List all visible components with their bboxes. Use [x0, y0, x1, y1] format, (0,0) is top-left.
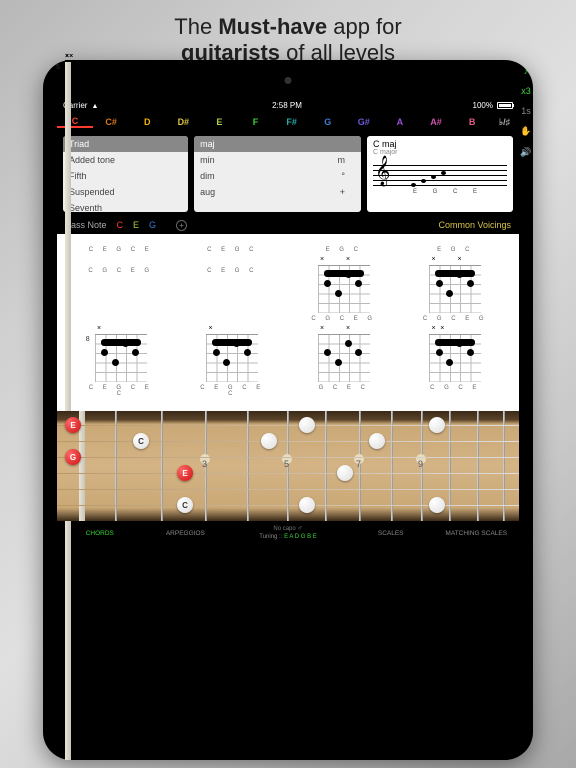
- wifi-icon: [91, 101, 101, 109]
- note-selector-row: CC#DD#EFF#GG#AA#B♭/♯: [57, 112, 519, 132]
- family-fifth[interactable]: Fifth: [63, 168, 188, 184]
- chord-diagram[interactable]: ×C E G C E C: [200, 334, 265, 397]
- note-B[interactable]: B: [454, 117, 490, 127]
- note-Asharp[interactable]: A#: [418, 117, 454, 127]
- staff-note-letters: E G C E: [373, 189, 507, 195]
- chord-diagram[interactable]: ××C G C E: [423, 334, 488, 397]
- fret-dot[interactable]: [299, 417, 315, 433]
- chord-name: C maj: [373, 139, 507, 149]
- fret-dot[interactable]: G: [65, 449, 81, 465]
- note-C[interactable]: C: [57, 116, 93, 128]
- tab-scales[interactable]: SCALES: [348, 530, 434, 537]
- fret-dot[interactable]: [429, 497, 445, 513]
- fret-dot[interactable]: [261, 433, 277, 449]
- fretboard[interactable]: EGCEC3579: [57, 411, 519, 521]
- chord-diagram-grid: ××C E G C E ××C E G C ××E G C ×E G C ×5C G C…: [57, 234, 519, 411]
- tuning-display[interactable]: No capo ♂Tuning :: E A D G B E: [228, 525, 348, 541]
- bass-note-C[interactable]: C: [117, 220, 124, 230]
- fret-dot[interactable]: [299, 497, 315, 513]
- family-seventh[interactable]: Seventh: [63, 200, 188, 212]
- note-G[interactable]: G: [310, 117, 346, 127]
- family-triad[interactable]: Triad: [63, 136, 188, 152]
- fret-dot[interactable]: [429, 417, 445, 433]
- chord-diagram[interactable]: ×C E G C: [200, 265, 265, 322]
- fret-dot[interactable]: C: [133, 433, 149, 449]
- chord-family-picker[interactable]: TriadAdded toneFifthSuspendedSeventh: [63, 136, 188, 212]
- note-D[interactable]: D: [129, 117, 165, 127]
- note-Fsharp[interactable]: F#: [274, 117, 310, 127]
- status-bar: Carrier 2:58 PM 100%: [57, 98, 519, 112]
- chord-diagram[interactable]: ××C E G C E: [88, 244, 153, 253]
- bottom-tab-bar: CHORDSARPEGGIOSNo capo ♂Tuning :: E A D …: [57, 521, 519, 545]
- battery-pct: 100%: [473, 101, 493, 110]
- chord-quality-picker[interactable]: majminmdim°aug+: [194, 136, 361, 212]
- chord-fullname: C major: [373, 149, 507, 156]
- note-Csharp[interactable]: C#: [93, 117, 129, 127]
- bass-note-label: Bass Note: [65, 220, 107, 230]
- chord-diagram[interactable]: ×E G C: [423, 244, 488, 253]
- chord-diagram[interactable]: ××G C E C: [311, 334, 376, 397]
- note-Dsharp[interactable]: D#: [165, 117, 201, 127]
- chord-diagram[interactable]: ××C G C E G: [423, 265, 488, 322]
- quality-min[interactable]: minm: [194, 152, 361, 168]
- bass-note-E[interactable]: E: [133, 220, 139, 230]
- fret-dot[interactable]: C: [177, 497, 193, 513]
- chord-diagram[interactable]: ××E G C: [311, 244, 376, 253]
- bass-note-G[interactable]: G: [149, 220, 156, 230]
- tab-arpeggios[interactable]: ARPEGGIOS: [143, 530, 229, 537]
- quality-dim[interactable]: dim°: [194, 168, 361, 184]
- picker-row: TriadAdded toneFifthSuspendedSeventh maj…: [57, 132, 519, 216]
- tablet-frame: Carrier 2:58 PM 100% CC#DD#EFF#GG#AA#B♭/…: [43, 60, 533, 760]
- note-A[interactable]: A: [382, 117, 418, 127]
- note-E[interactable]: E: [201, 117, 237, 127]
- common-voicings-label[interactable]: Common Voicings: [438, 220, 511, 230]
- tab-matching-scales[interactable]: MATCHING SCALES: [433, 530, 519, 537]
- flat-sharp-toggle[interactable]: ♭/♯: [490, 117, 519, 128]
- staff-preview: C maj C major 𝄞 E G C E: [367, 136, 513, 212]
- chord-diagram[interactable]: ×5C G C E G: [88, 265, 153, 322]
- chord-diagram[interactable]: ×8C E G C E C: [88, 334, 153, 397]
- note-Gsharp[interactable]: G#: [346, 117, 382, 127]
- fret-dot[interactable]: E: [65, 417, 81, 433]
- clock: 2:58 PM: [272, 101, 302, 110]
- chord-diagram[interactable]: ××C G C E G: [311, 265, 376, 322]
- bass-note-row: Bass Note CEG + Common Voicings: [57, 216, 519, 234]
- screen: Carrier 2:58 PM 100% CC#DD#EFF#GG#AA#B♭/…: [57, 98, 519, 726]
- add-bass-note-button[interactable]: +: [176, 220, 187, 231]
- battery-icon: [497, 102, 513, 109]
- quality-maj[interactable]: maj: [194, 136, 361, 152]
- staff-lines: 𝄞: [373, 159, 507, 189]
- treble-clef-icon: 𝄞: [375, 158, 390, 184]
- chord-diagram[interactable]: ××C E G C: [200, 244, 265, 253]
- quality-aug[interactable]: aug+: [194, 184, 361, 200]
- fret-dot[interactable]: [337, 465, 353, 481]
- fret-dot[interactable]: [369, 433, 385, 449]
- fret-dot[interactable]: E: [177, 465, 193, 481]
- family-suspended[interactable]: Suspended: [63, 184, 188, 200]
- family-added-tone[interactable]: Added tone: [63, 152, 188, 168]
- note-F[interactable]: F: [237, 117, 273, 127]
